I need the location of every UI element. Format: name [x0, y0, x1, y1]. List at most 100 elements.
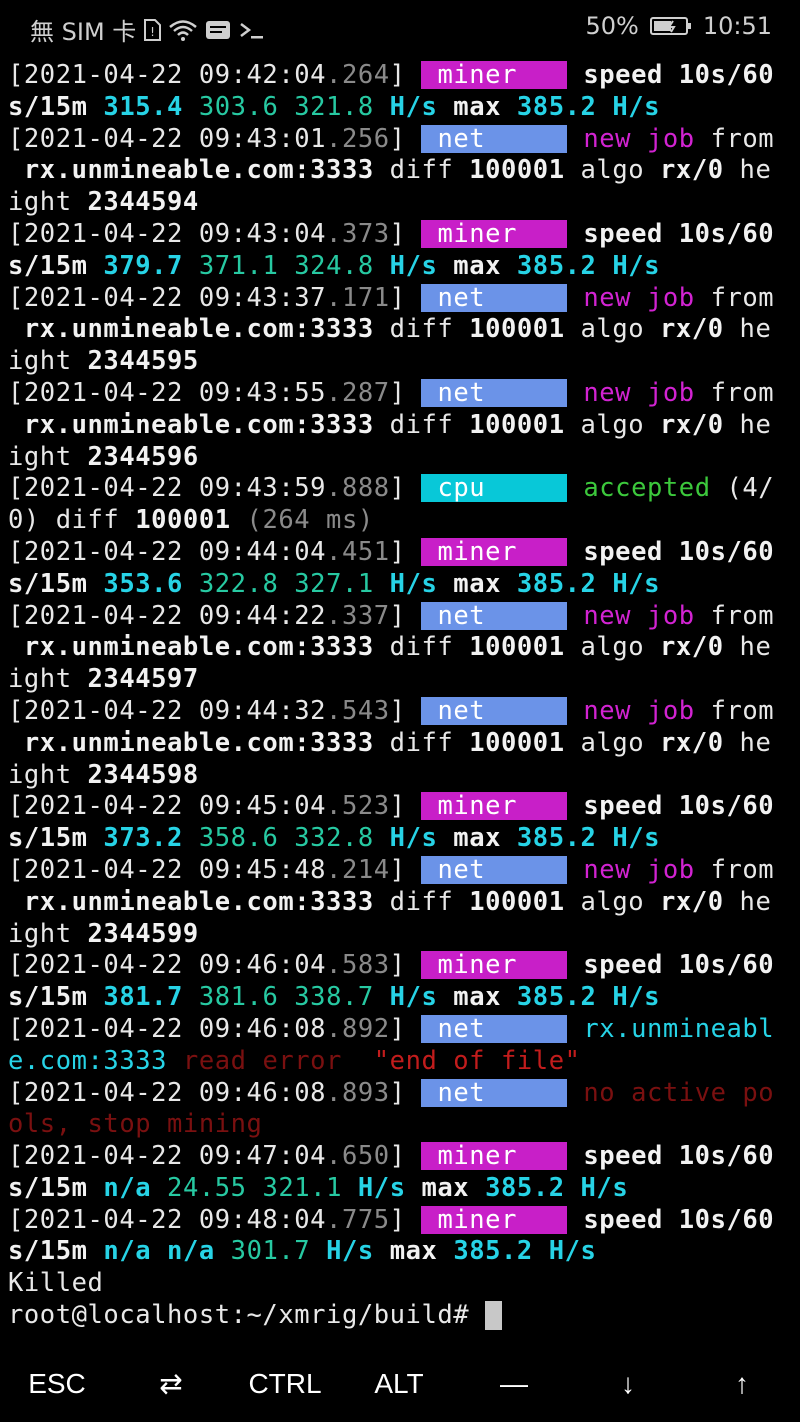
log-tag-badge: net: [421, 601, 568, 630]
log-text: 327.1: [294, 568, 374, 599]
log-text: s/15m: [8, 1172, 104, 1203]
log-text: from: [694, 282, 775, 313]
terminal-line: [2021-04-22 09:43:59.888] cpu accepted (…: [8, 473, 792, 505]
log-text: rx/0: [660, 632, 724, 663]
log-text: 2344597: [87, 664, 199, 695]
terminal-line: s/15m n/a 24.55 321.1 H/s max 385.2 H/s: [8, 1173, 792, 1205]
dash-key[interactable]: —: [457, 1364, 571, 1404]
log-tag-badge: miner: [421, 1205, 568, 1234]
log-text: 385.2 H/s: [453, 1236, 597, 1267]
status-bar: 無 SIM 卡 ! 50% 10:51: [0, 0, 800, 56]
log-text: speed 10s/60: [567, 60, 775, 90]
terminal-line: [2021-04-22 09:44:04.451] miner speed 10…: [8, 537, 792, 569]
log-text: (264 ms): [230, 505, 374, 536]
log-text: ]: [389, 950, 422, 981]
log-text: H/s: [373, 91, 438, 122]
up-arrow-key[interactable]: ↑: [685, 1364, 799, 1404]
timestamp-ms: .256: [326, 123, 390, 154]
terminal-line: 0) diff 100001 (264 ms): [8, 505, 792, 537]
log-text: max: [405, 1172, 486, 1203]
log-text: [2021-04-22 09:43:01: [8, 123, 327, 154]
terminal-line: [2021-04-22 09:46:04.583] miner speed 10…: [8, 950, 792, 982]
log-text: H/s: [310, 1236, 374, 1267]
terminal-line: rx.unmineable.com:3333 diff 100001 algo …: [8, 155, 792, 187]
terminal-output[interactable]: [2021-04-22 09:42:04.264] miner speed 10…: [8, 60, 792, 1332]
log-text: diff: [373, 886, 470, 917]
log-text: from: [694, 854, 775, 885]
log-text: rx.unmineable.com:3333: [8, 632, 374, 663]
log-text: algo: [564, 886, 661, 917]
log-text: [2021-04-22 09:43:59: [8, 473, 327, 504]
log-text: ]: [389, 473, 422, 504]
log-text: 2344594: [87, 187, 199, 218]
log-text: new job: [583, 854, 695, 885]
log-text: [2021-04-22 09:44:22: [8, 600, 327, 631]
log-text: accepted: [583, 473, 711, 504]
terminal-line: ight 2344595: [8, 346, 792, 378]
log-text: 332.8: [294, 823, 374, 854]
log-text: max: [437, 982, 517, 1013]
timestamp-ms: .892: [326, 1013, 390, 1044]
terminal-line: ight 2344598: [8, 760, 792, 792]
terminal-line: ight 2344596: [8, 442, 792, 474]
timestamp-ms: .214: [326, 854, 390, 885]
log-text: n/a: [167, 1236, 215, 1267]
log-text: H/s: [373, 823, 438, 854]
log-text: speed 10s/60: [567, 1204, 775, 1235]
alt-key[interactable]: ALT: [342, 1364, 456, 1404]
log-text: [2021-04-22 09:43:37: [8, 282, 327, 313]
down-arrow-key[interactable]: ↓: [571, 1364, 685, 1404]
log-text: ]: [389, 218, 422, 249]
log-text: Killed: [8, 1268, 104, 1299]
terminal-line: s/15m 315.4 303.6 321.8 H/s max 385.2 H/…: [8, 92, 792, 124]
log-text: max: [437, 823, 517, 854]
log-text: ]: [389, 123, 422, 154]
status-right: 50% 10:51: [585, 12, 772, 40]
terminal-line: [2021-04-22 09:43:55.287] net new job fr…: [8, 378, 792, 410]
log-text: new job: [583, 123, 695, 154]
terminal-icon: [238, 19, 266, 41]
log-text: from: [694, 695, 775, 726]
ctrl-key[interactable]: CTRL: [228, 1364, 342, 1404]
log-text: H/s: [373, 250, 438, 281]
log-text: n/a: [103, 1172, 152, 1203]
log-text: algo: [564, 409, 661, 440]
timestamp-ms: .543: [326, 695, 390, 726]
log-text: ight: [8, 187, 88, 218]
log-text: ]: [389, 377, 422, 408]
esc-key[interactable]: ESC: [0, 1364, 114, 1404]
log-text: rx/0: [660, 727, 724, 758]
log-text: no active po: [583, 1077, 775, 1108]
terminal-line: [2021-04-22 09:43:01.256] net new job fr…: [8, 124, 792, 156]
log-text: [2021-04-22 09:45:04: [8, 791, 327, 822]
log-text: ight: [8, 346, 88, 377]
terminal-line: [2021-04-22 09:46:08.892] net rx.unminea…: [8, 1014, 792, 1046]
log-text: new job: [583, 282, 695, 313]
log-tag-badge: net: [421, 283, 568, 312]
log-text: he: [723, 886, 772, 917]
log-tag-badge: miner: [421, 792, 568, 821]
log-text: from: [694, 600, 775, 631]
terminal-line: [2021-04-22 09:44:22.337] net new job fr…: [8, 601, 792, 633]
log-text: ]: [389, 60, 422, 90]
message-icon: [204, 19, 232, 41]
log-text: ight: [8, 918, 88, 949]
log-text: n/a: [103, 1236, 152, 1267]
log-text: 100001: [469, 886, 565, 917]
tab-key[interactable]: ⇄: [114, 1364, 228, 1404]
log-text: 100001: [469, 314, 565, 345]
log-text: rx.unmineable.com:3333: [8, 727, 374, 758]
log-text: 100001: [469, 727, 565, 758]
status-left: 無 SIM 卡 !: [30, 12, 266, 47]
timestamp-ms: .264: [326, 60, 390, 90]
log-text: from: [694, 123, 775, 154]
log-text: ight: [8, 759, 88, 790]
log-text: ight: [8, 664, 88, 695]
